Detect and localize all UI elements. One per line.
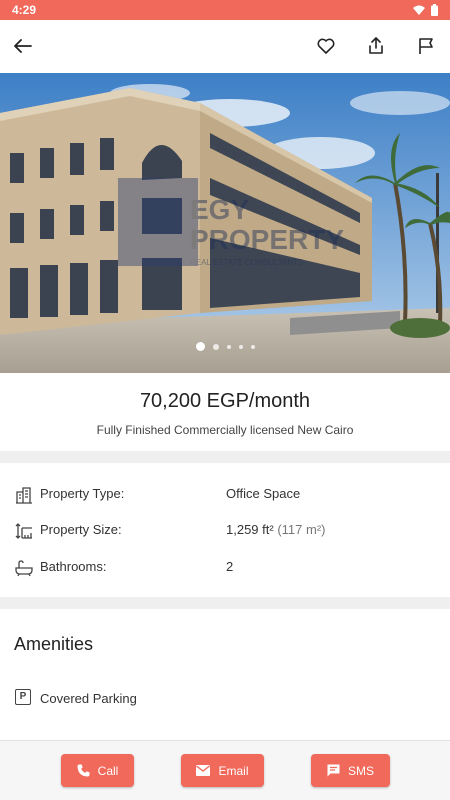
carousel-dot[interactable]: [212, 343, 219, 350]
flag-icon: [419, 38, 433, 54]
carousel-indicator: [0, 342, 450, 351]
carousel-dot-active[interactable]: [195, 342, 205, 351]
heart-icon: [317, 38, 335, 54]
detail-value-primary: 1,259 ft²: [226, 522, 274, 537]
share-button[interactable]: [362, 32, 390, 60]
message-icon: [327, 764, 340, 777]
building-icon: [16, 487, 32, 504]
wifi-icon: [413, 5, 425, 15]
carousel-dot[interactable]: [226, 344, 231, 349]
watermark-line2: PROPERTY: [190, 224, 344, 255]
detail-row-property-size: Property Size: 1,259 ft² (117 m²): [0, 518, 450, 542]
call-button[interactable]: Call: [61, 754, 134, 787]
price-block: 70,200 EGP/month Fully Finished Commerci…: [0, 373, 450, 451]
phone-icon: [77, 764, 90, 777]
status-icons: [413, 4, 438, 16]
watermark-line3: REAL ESTATE CONSULTANTS: [190, 258, 303, 267]
back-button[interactable]: [9, 32, 37, 60]
watermark-line1: EGY: [190, 194, 249, 225]
battery-icon: [431, 4, 438, 16]
detail-value: 2: [226, 559, 234, 574]
email-label: Email: [218, 763, 249, 778]
sms-label: SMS: [347, 763, 374, 778]
amenity-label: Covered Parking: [40, 691, 137, 706]
listing-price: 70,200 EGP/month: [139, 390, 311, 412]
email-button[interactable]: Email: [181, 754, 264, 787]
email-icon: [196, 765, 211, 776]
property-details: Property Type: Office Space Property Siz…: [0, 463, 450, 597]
app-bar: [0, 20, 450, 73]
share-icon: [369, 37, 383, 54]
status-bar: 4:29: [0, 0, 450, 20]
property-image-carousel[interactable]: EGY PROPERTY REAL ESTATE CONSULTANTS: [0, 73, 450, 373]
report-button[interactable]: [412, 32, 440, 60]
amenities-title: Amenities: [14, 634, 94, 654]
parking-icon: P: [15, 689, 31, 705]
detail-label: Bathrooms:: [40, 559, 107, 574]
carousel-dot[interactable]: [250, 344, 255, 349]
call-label: Call: [97, 763, 119, 778]
listing-subtitle: Fully Finished Commercially licensed New…: [96, 423, 354, 437]
ruler-icon: [15, 523, 32, 539]
detail-row-bathrooms: Bathrooms: 2: [0, 555, 450, 579]
section-divider: [0, 597, 450, 609]
sms-button[interactable]: SMS: [311, 754, 390, 787]
detail-value-secondary: (117 m²): [277, 522, 326, 537]
property-photo: EGY PROPERTY REAL ESTATE CONSULTANTS: [0, 73, 450, 373]
amenities-section: Amenities P Covered Parking: [0, 609, 450, 739]
detail-row-property-type: Property Type: Office Space: [0, 482, 450, 506]
status-time: 4:29: [12, 3, 37, 17]
contact-action-bar: Call Email SMS: [0, 740, 450, 800]
back-arrow-icon: [14, 39, 32, 53]
bathtub-icon: [15, 560, 33, 577]
detail-label: Property Size:: [40, 522, 122, 537]
carousel-dot[interactable]: [238, 344, 243, 349]
detail-value: 1,259 ft² (117 m²): [226, 522, 325, 537]
detail-value: Office Space: [226, 486, 301, 501]
favorite-button[interactable]: [312, 32, 340, 60]
detail-label: Property Type:: [40, 486, 125, 501]
section-divider: [0, 451, 450, 463]
